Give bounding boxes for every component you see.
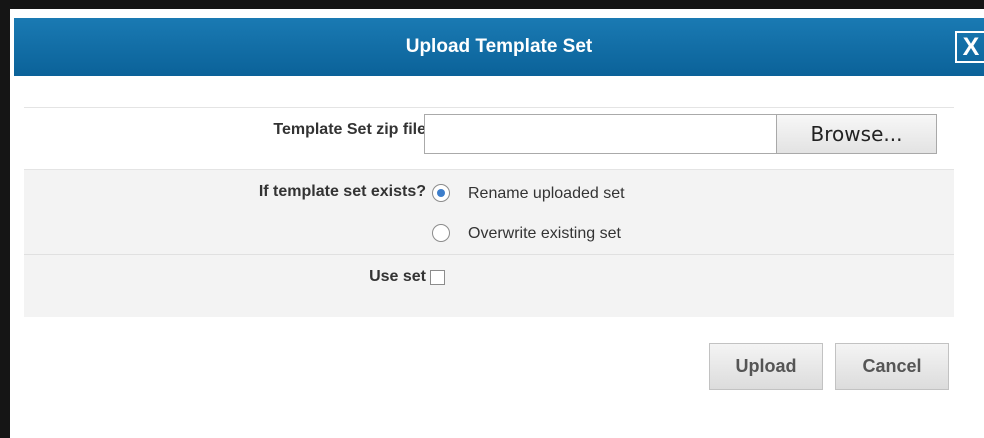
use-set-row: Use set — [24, 255, 954, 317]
dialog-titlebar: Upload Template Set X — [14, 18, 984, 76]
zip-file-label: Template Set zip file — [273, 121, 426, 138]
dialog-title: Upload Template Set — [405, 36, 593, 57]
rename-radio[interactable] — [432, 184, 450, 202]
window-frame-left — [0, 0, 10, 438]
use-set-checkbox[interactable] — [430, 270, 445, 285]
use-set-label: Use set — [369, 268, 426, 285]
overwrite-radio[interactable] — [432, 224, 450, 242]
close-button[interactable]: X — [955, 31, 984, 63]
upload-button[interactable]: Upload — [709, 343, 823, 390]
overwrite-option-label[interactable]: Overwrite existing set — [468, 225, 621, 243]
exists-label: If template set exists? — [258, 183, 426, 200]
zip-file-row: Template Set zip file Browse... — [24, 107, 954, 170]
cancel-button[interactable]: Cancel — [835, 343, 949, 390]
browse-button[interactable]: Browse... — [776, 114, 937, 154]
exists-row: If template set exists? Rename uploaded … — [24, 170, 954, 255]
window-frame-top — [0, 0, 984, 9]
zip-file-input[interactable] — [424, 114, 776, 154]
radio-selected-dot — [437, 189, 445, 197]
rename-option-label[interactable]: Rename uploaded set — [468, 185, 625, 203]
